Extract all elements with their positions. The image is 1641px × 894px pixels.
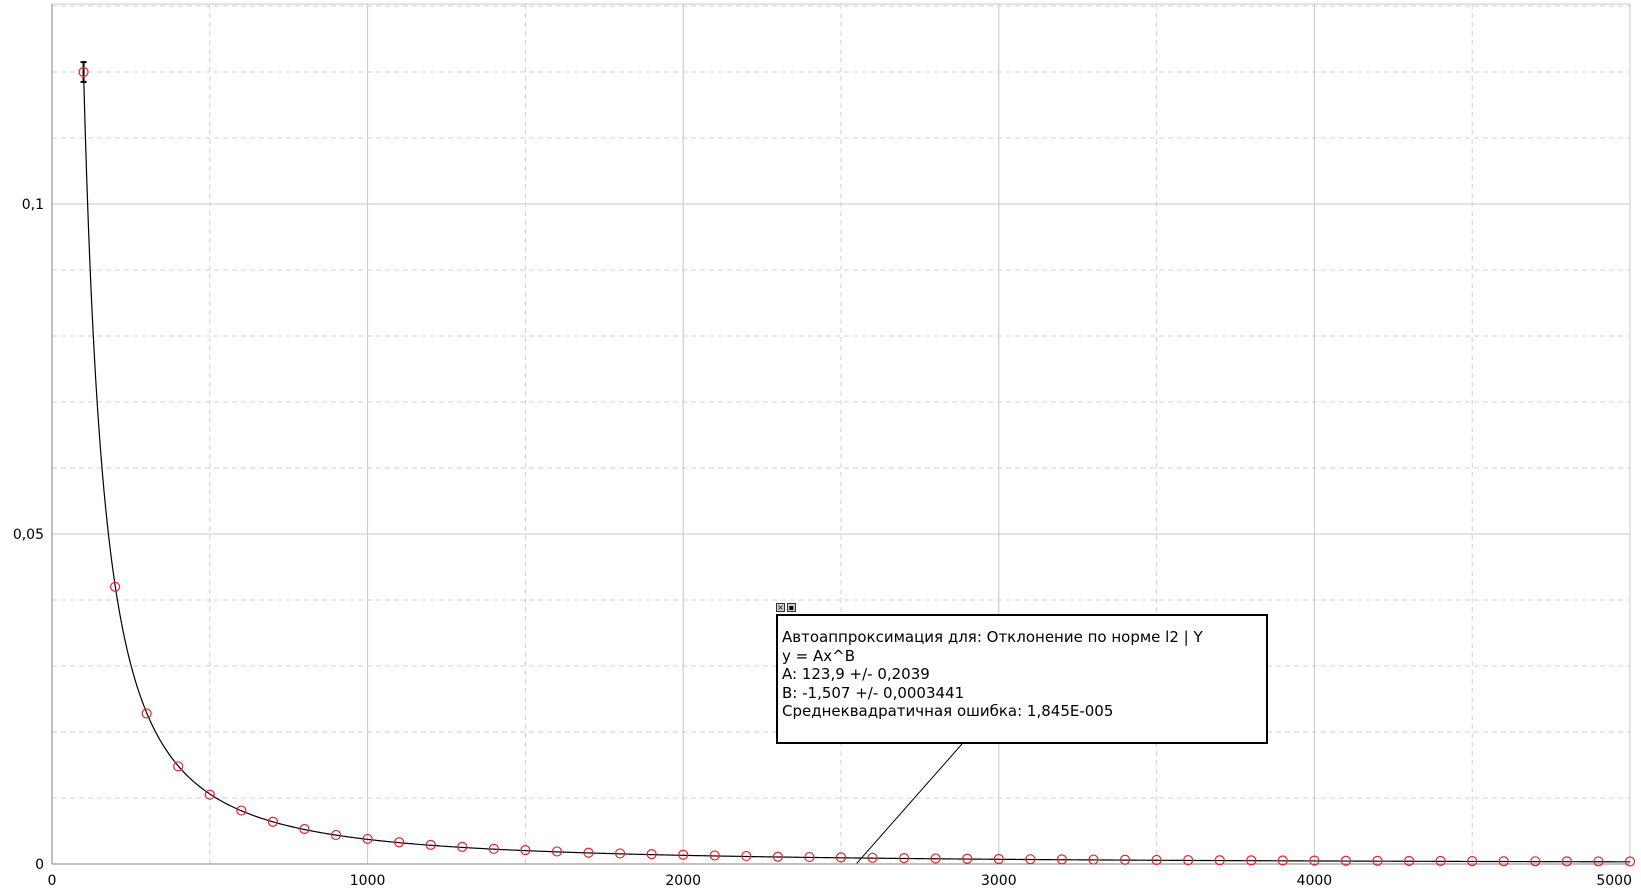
- x-tick-labels: 0 1000 2000 3000 4000 5000: [48, 873, 1632, 889]
- y-tick-label: 0,05: [13, 527, 44, 543]
- x-tick-label: 4000: [1297, 873, 1333, 889]
- y-tick-label: 0: [35, 857, 44, 873]
- fit-annotation-box[interactable]: × ▪ Автоаппроксимация для: Отклонение по…: [776, 603, 1268, 744]
- annotation-line-formula: y = Ax^B: [782, 646, 855, 665]
- x-tick-label: 0: [48, 873, 57, 889]
- minimize-icon[interactable]: ▪: [787, 603, 796, 612]
- data-points: [78, 66, 1636, 867]
- annotation-line-a: A: 123,9 +/- 0,2039: [782, 665, 930, 684]
- y-tick-labels: 0 0,05 0,1: [13, 197, 44, 873]
- close-icon[interactable]: ×: [776, 603, 785, 612]
- x-tick-label: 1000: [350, 873, 386, 889]
- y-tick-label: 0,1: [22, 197, 44, 213]
- annotation-line-title: Автоаппроксимация для: Отклонение по нор…: [782, 628, 1203, 646]
- annotation-pointer-line: [856, 743, 963, 864]
- annotation-line-rmse: Среднеквадратичная ошибка: 1,845E-005: [782, 702, 1114, 721]
- annotation-line-b: B: -1,507 +/- 0,0003441: [782, 683, 965, 702]
- chart-area: 0 1000 2000 3000 4000 5000 0 0,05 0,1: [13, 3, 1636, 889]
- x-tick-label: 5000: [1596, 873, 1632, 889]
- x-tick-label: 2000: [665, 873, 701, 889]
- x-tick-label: 3000: [981, 873, 1017, 889]
